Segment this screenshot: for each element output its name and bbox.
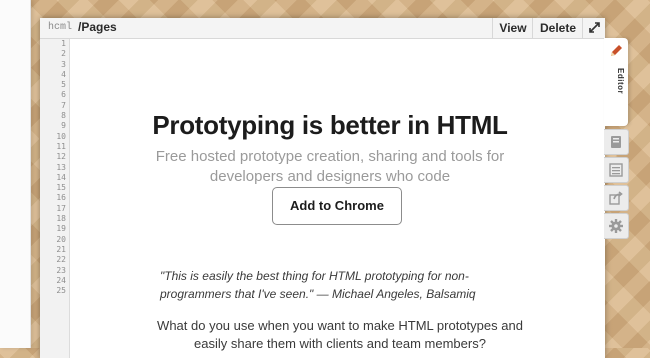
tab-docs[interactable]	[604, 129, 629, 155]
line-number: 14	[56, 172, 66, 182]
line-number: 6	[61, 90, 66, 100]
line-number: 23	[56, 265, 66, 275]
tab-share[interactable]	[604, 185, 629, 211]
page-subtitle: Free hosted prototype creation, sharing …	[155, 148, 505, 185]
page-path[interactable]: /Pages	[78, 20, 117, 34]
line-number: 25	[56, 286, 66, 296]
testimonial-quote: "This is easily the best thing for HTML …	[160, 269, 476, 301]
line-number: 21	[56, 244, 66, 254]
list-icon	[609, 163, 623, 177]
view-button[interactable]: View	[492, 18, 533, 38]
brand-logo: hcml	[48, 22, 73, 33]
line-number: 11	[56, 141, 66, 151]
line-number: 7	[61, 100, 66, 110]
line-number: 8	[61, 111, 66, 121]
line-number: 12	[56, 152, 66, 162]
delete-button[interactable]: Delete	[532, 18, 583, 38]
line-number: 22	[56, 255, 66, 265]
expand-button[interactable]	[582, 18, 605, 38]
line-number: 16	[56, 193, 66, 203]
line-number: 19	[56, 224, 66, 234]
add-to-chrome-button[interactable]: Add to Chrome	[272, 187, 402, 225]
book-icon	[611, 136, 621, 148]
line-number: 3	[61, 59, 66, 69]
line-number: 4	[61, 69, 66, 79]
line-number: 24	[56, 275, 66, 285]
tab-editor[interactable]: Editor	[604, 38, 628, 126]
line-number: 15	[56, 183, 66, 193]
line-number: 10	[56, 131, 66, 141]
page-preview: Prototyping is better in HTML Free hoste…	[70, 39, 605, 358]
tab-pages-list[interactable]	[604, 157, 629, 183]
line-number: 9	[61, 121, 66, 131]
pencil-icon	[611, 45, 622, 56]
line-number: 17	[56, 203, 66, 213]
share-icon	[609, 191, 623, 205]
line-number: 13	[56, 162, 66, 172]
line-number: 20	[56, 234, 66, 244]
tab-editor-label: Editor	[616, 68, 625, 95]
background-sheet	[0, 0, 31, 348]
page-title: Prototyping is better in HTML	[152, 110, 508, 140]
line-number: 1	[61, 39, 66, 48]
gear-icon	[609, 219, 623, 233]
line-number: 5	[61, 80, 66, 90]
line-number: 18	[56, 214, 66, 224]
tab-settings[interactable]	[604, 213, 629, 239]
line-number: 2	[61, 49, 66, 59]
toolbar: hcml /Pages View Delete	[40, 18, 605, 39]
expand-icon	[589, 22, 600, 33]
prototype-window: hcml /Pages View Delete 1 2 3 4 5 6 7 8 9 10 11 12 1…	[40, 18, 605, 358]
line-number-gutter: 1 2 3 4 5 6 7 8 9 10 11 12 13 14 15 16 17 18 19 20 21 22 23 24 2…	[40, 39, 70, 358]
